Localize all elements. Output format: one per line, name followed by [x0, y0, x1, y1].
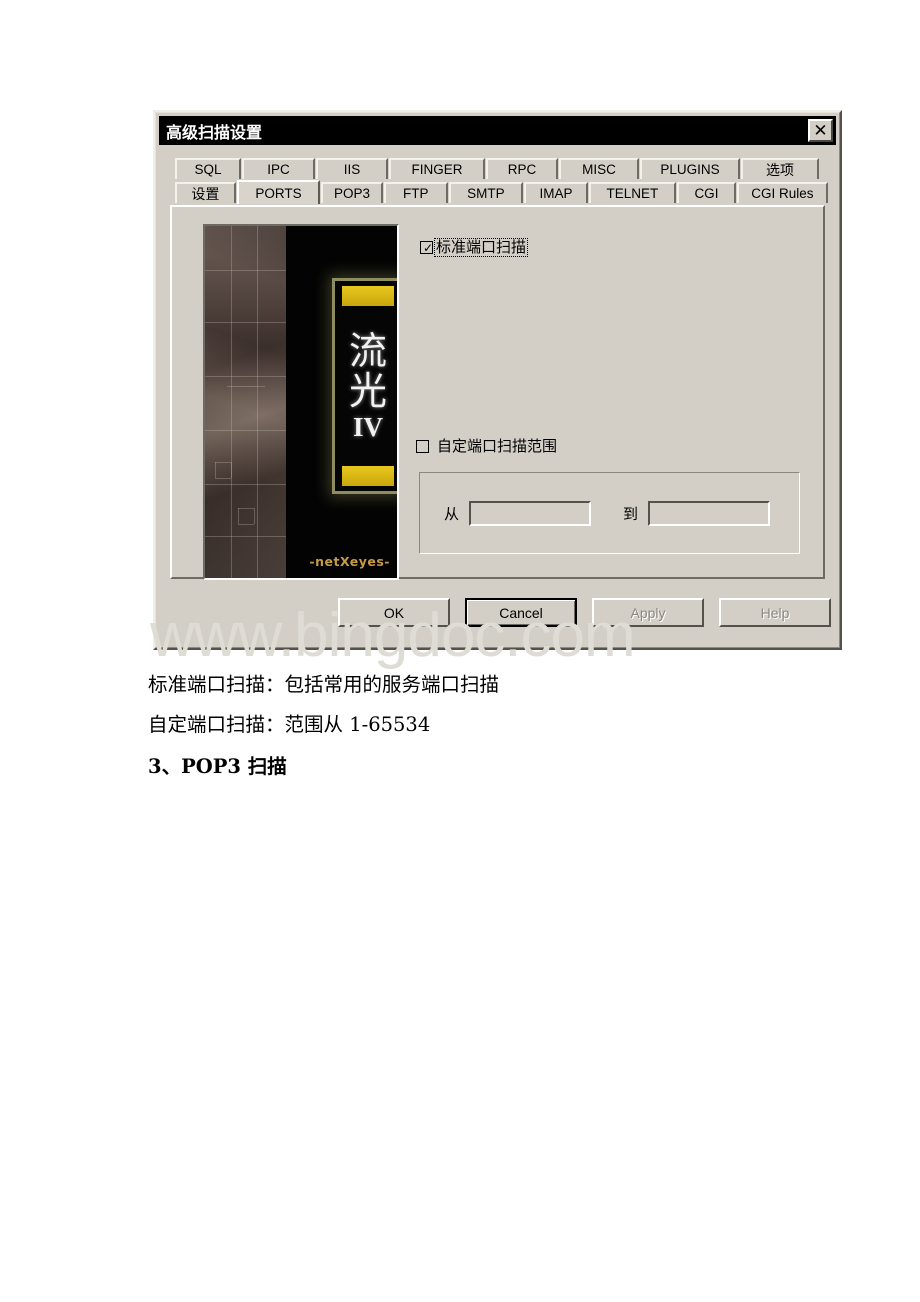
apply-button: Apply	[592, 598, 704, 627]
tab-pop3[interactable]: POP3	[321, 182, 383, 203]
tab-imap[interactable]: IMAP	[524, 182, 588, 203]
tab-label: SQL	[194, 162, 222, 177]
tab-cgi-rules[interactable]: CGI Rules	[736, 182, 828, 203]
tab-label: 选项	[766, 162, 794, 179]
dialog-title: 高级扫描设置	[166, 122, 263, 142]
tab-iis[interactable]: IIS	[316, 158, 388, 179]
help-button: Help	[719, 598, 831, 627]
cancel-button[interactable]: Cancel	[465, 598, 577, 627]
tab-label: FINGER	[411, 162, 463, 177]
tab-settings[interactable]: 设置	[175, 182, 236, 203]
close-icon: ✕	[813, 121, 828, 140]
port-to-input[interactable]	[648, 500, 771, 526]
custom-port-range-checkbox[interactable]: 自定端口扫描范围	[416, 438, 557, 455]
logo-char-liu: 流	[348, 328, 387, 373]
tab-row-lower: 设置 PORTS POP3 FTP SMTP IMAP TELNET CGI C…	[175, 180, 829, 204]
doc-paragraph-standard-scan: 标准端口扫描：包括常用的服务端口扫描	[148, 673, 500, 696]
tab-ftp[interactable]: FTP	[383, 182, 448, 203]
checkbox-box[interactable]	[416, 440, 429, 453]
plate-bar-top	[342, 286, 394, 306]
tab-label: IPC	[267, 162, 290, 177]
dialog-inner-frame: 高级扫描设置 ✕ SQL IPC IIS FINGER RPC MISC PLU…	[155, 112, 840, 648]
dialog-button-bar: OK Cancel Apply Help	[162, 589, 833, 641]
plate-bar-bottom	[342, 466, 394, 486]
tab-ipc[interactable]: IPC	[242, 158, 315, 179]
ok-button[interactable]: OK	[338, 598, 450, 627]
tab-finger[interactable]: FINGER	[389, 158, 485, 179]
tab-ports[interactable]: PORTS	[236, 180, 321, 204]
doc-heading-pop3-scan: 3、POP3 扫描	[148, 755, 287, 778]
logo-char-guang: 光	[348, 368, 387, 413]
tab-strip: SQL IPC IIS FINGER RPC MISC PLUGINS 选项 设…	[175, 157, 829, 204]
fluxay-logo-plate: 流 光 IV	[332, 278, 397, 494]
splash-texture	[205, 226, 286, 578]
tab-label: FTP	[402, 186, 429, 201]
tab-options[interactable]: 选项	[741, 158, 819, 179]
tab-smtp[interactable]: SMTP	[448, 182, 524, 203]
plate-characters: 流 光 IV	[349, 311, 387, 461]
close-button[interactable]: ✕	[808, 119, 833, 142]
checkbox-box[interactable]: ✓	[420, 241, 433, 254]
checkmark-icon: ✓	[423, 241, 434, 255]
advanced-scan-settings-dialog: 高级扫描设置 ✕ SQL IPC IIS FINGER RPC MISC PLU…	[153, 110, 842, 650]
standard-port-scan-label: 标准端口扫描	[433, 238, 529, 257]
tab-label: IIS	[343, 162, 361, 177]
tab-label: IMAP	[539, 186, 573, 201]
tab-label: RPC	[507, 162, 537, 177]
tab-label: PORTS	[255, 185, 302, 201]
splash-logo-panel: 流 光 IV -netXeyes-	[286, 226, 397, 578]
ports-tab-page: 流 光 IV -netXeyes- ✓ 标准端口扫描 自定端口扫描范围 从 到	[170, 205, 825, 580]
port-range-row: 从 到	[420, 473, 799, 553]
fluxay-splash-image: 流 光 IV -netXeyes-	[203, 224, 399, 580]
tab-label: TELNET	[606, 186, 659, 201]
tab-plugins[interactable]: PLUGINS	[640, 158, 740, 179]
doc-paragraph-custom-scan: 自定端口扫描：范围从 1-65534	[148, 713, 431, 736]
port-range-groupbox: 从 到	[419, 472, 800, 554]
tab-rpc[interactable]: RPC	[486, 158, 558, 179]
tab-label: SMTP	[467, 186, 505, 201]
to-label: 到	[623, 504, 639, 523]
tab-misc[interactable]: MISC	[559, 158, 639, 179]
logo-version-numeral: IV	[352, 411, 383, 442]
tab-label: 设置	[191, 186, 220, 203]
dialog-titlebar[interactable]: 高级扫描设置 ✕	[159, 116, 836, 145]
tab-row-upper: SQL IPC IIS FINGER RPC MISC PLUGINS 选项	[175, 157, 829, 179]
tab-telnet[interactable]: TELNET	[588, 182, 677, 203]
standard-port-scan-checkbox[interactable]: ✓ 标准端口扫描	[420, 238, 529, 257]
tab-sql[interactable]: SQL	[175, 158, 241, 179]
port-from-input[interactable]	[469, 500, 592, 526]
tab-label: POP3	[333, 186, 370, 201]
tab-label: PLUGINS	[660, 162, 720, 177]
tab-cgi[interactable]: CGI	[677, 182, 736, 203]
from-label: 从	[444, 504, 460, 523]
tab-label: CGI	[694, 186, 719, 201]
splash-credit-text: -netXeyes-	[309, 554, 390, 569]
custom-port-range-label: 自定端口扫描范围	[437, 437, 558, 455]
tab-label: CGI Rules	[751, 186, 814, 201]
tab-label: MISC	[582, 162, 616, 177]
